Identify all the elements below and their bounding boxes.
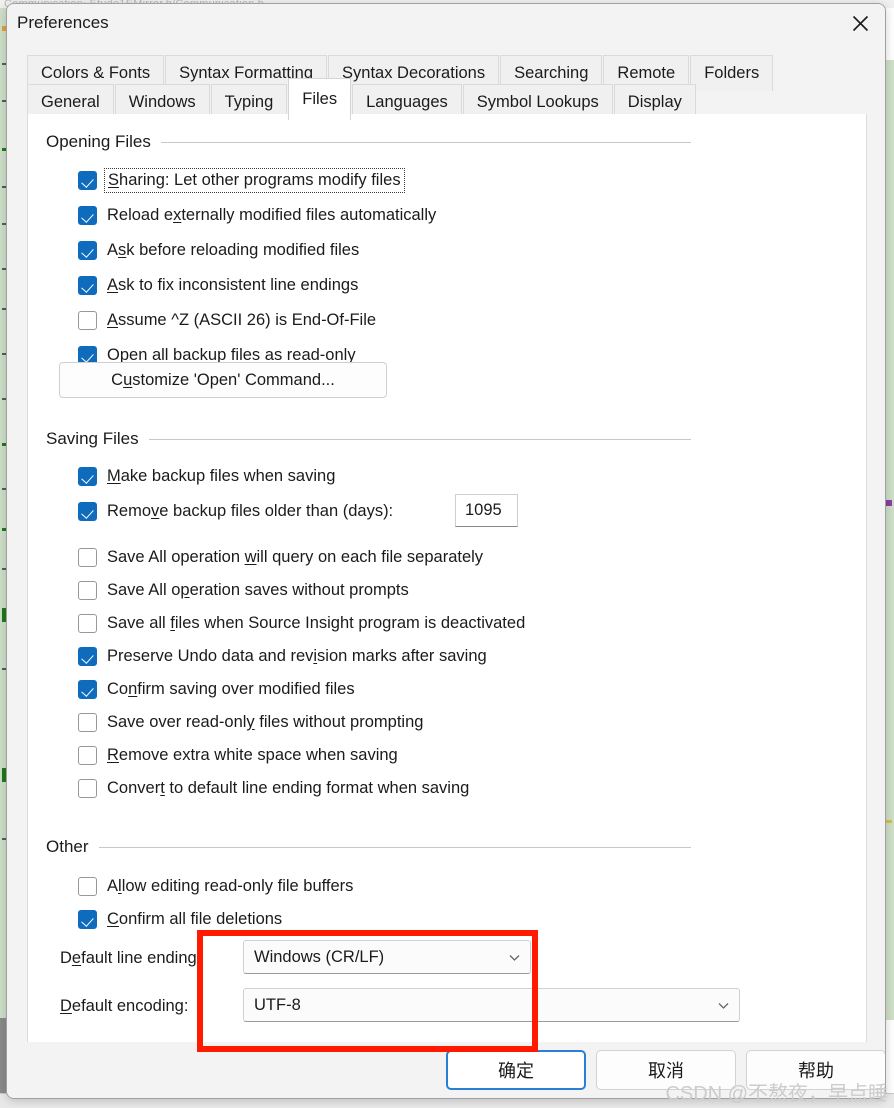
checkbox-label-convert-line-endings: Convert to default line ending format wh… — [107, 778, 470, 797]
checkbox-row-reload-externally[interactable]: Reload externally modified files automat… — [78, 203, 436, 227]
checkbox-label-ask-fix-line-endings: Ask to fix inconsistent line endings — [107, 275, 359, 294]
checkbox-label-save-all-query: Save All operation will query on each fi… — [107, 547, 484, 566]
group-header-opening-files: Opening Files — [46, 132, 691, 152]
checkbox-save-over-readonly[interactable] — [78, 712, 97, 732]
checkbox-label-confirm-deletions: Confirm all file deletions — [107, 909, 283, 928]
default-encoding-label: Default encoding: — [60, 997, 189, 1015]
checkbox-make-backup[interactable] — [78, 466, 97, 486]
checkbox-row-convert-line-endings[interactable]: Convert to default line ending format wh… — [78, 776, 469, 800]
dialog-title: Preferences — [17, 13, 109, 32]
checkbox-label-save-over-readonly: Save over read-only files without prompt… — [107, 712, 424, 731]
files-tab-panel: Opening Files Sharing: Let other program… — [27, 114, 867, 1044]
checkbox-convert-line-endings[interactable] — [78, 778, 97, 798]
tab-folders[interactable]: Folders — [690, 55, 774, 91]
group-header-other: Other — [46, 837, 691, 857]
checkbox-label-remove-old-backups: Remove backup files older than (days): — [107, 501, 394, 520]
checkbox-confirm-deletions[interactable] — [78, 909, 97, 929]
checkbox-preserve-undo[interactable] — [78, 646, 97, 666]
checkbox-row-make-backup[interactable]: Make backup files when saving — [78, 464, 335, 488]
checkbox-confirm-overwrite[interactable] — [78, 679, 97, 699]
dialog-titlebar: Preferences — [7, 4, 885, 42]
checkbox-row-save-on-deactivate[interactable]: Save all files when Source Insight progr… — [78, 611, 525, 635]
checkbox-row-assume-ctrl-z[interactable]: Assume ^Z (ASCII 26) is End-Of-File — [78, 308, 376, 332]
checkbox-row-ask-before-reloading[interactable]: Ask before reloading modified files — [78, 238, 359, 262]
cancel-button[interactable]: 取消 — [596, 1050, 736, 1090]
checkbox-label-save-on-deactivate: Save all files when Source Insight progr… — [107, 613, 526, 632]
default-encoding-combo[interactable]: UTF-8 — [243, 988, 740, 1022]
group-label-other: Other — [46, 837, 89, 856]
checkbox-row-remove-old-backups[interactable]: Remove backup files older than (days): — [78, 499, 393, 523]
checkbox-row-save-all-query[interactable]: Save All operation will query on each fi… — [78, 545, 483, 569]
checkbox-assume-ctrl-z[interactable] — [78, 310, 97, 330]
tab-files[interactable]: Files — [288, 78, 352, 120]
default-encoding-value: UTF-8 — [254, 995, 301, 1014]
checkbox-ask-before-reloading[interactable] — [78, 240, 97, 260]
screenshot-root: Communication~Etude1EMirror.h/Communicat… — [0, 0, 894, 1108]
preferences-dialog: Preferences Colors & Fonts Syntax Format… — [6, 3, 886, 1099]
chevron-down-icon — [509, 954, 520, 961]
backup-days-input[interactable]: 1095 — [455, 494, 518, 527]
checkbox-save-all-query[interactable] — [78, 547, 97, 567]
checkbox-label-save-all-no-prompt: Save All operation saves without prompts — [107, 580, 409, 599]
group-label-saving-files: Saving Files — [46, 429, 139, 448]
customize-open-command-button[interactable]: Customize 'Open' Command... — [59, 362, 387, 398]
ok-button[interactable]: 确定 — [446, 1050, 586, 1090]
default-line-ending-label: Default line ending: — [60, 949, 202, 967]
checkbox-row-allow-edit-readonly[interactable]: Allow editing read-only file buffers — [78, 874, 353, 898]
checkbox-label-sharing: Sharing: Let other programs modify files — [104, 167, 405, 193]
checkbox-label-allow-edit-readonly: Allow editing read-only file buffers — [107, 876, 354, 895]
checkbox-label-ask-before-reloading: Ask before reloading modified files — [107, 240, 360, 259]
dialog-button-bar: 确定 取消 帮助 — [7, 1042, 885, 1098]
checkbox-label-preserve-undo: Preserve Undo data and revision marks af… — [107, 646, 487, 665]
checkbox-save-on-deactivate[interactable] — [78, 613, 97, 633]
group-label-opening-files: Opening Files — [46, 132, 151, 151]
checkbox-label-make-backup: Make backup files when saving — [107, 466, 336, 485]
checkbox-row-confirm-deletions[interactable]: Confirm all file deletions — [78, 907, 282, 931]
checkbox-row-confirm-overwrite[interactable]: Confirm saving over modified files — [78, 677, 355, 701]
group-rule — [98, 846, 691, 848]
checkbox-remove-old-backups[interactable] — [78, 501, 97, 521]
checkbox-save-all-no-prompt[interactable] — [78, 580, 97, 600]
chevron-down-icon — [718, 1002, 729, 1009]
checkbox-row-preserve-undo[interactable]: Preserve Undo data and revision marks af… — [78, 644, 487, 668]
checkbox-row-remove-whitespace[interactable]: Remove extra white space when saving — [78, 743, 398, 767]
checkbox-remove-whitespace[interactable] — [78, 745, 97, 765]
checkbox-ask-fix-line-endings[interactable] — [78, 275, 97, 295]
group-header-saving-files: Saving Files — [46, 429, 691, 449]
checkbox-label-remove-whitespace: Remove extra white space when saving — [107, 745, 398, 764]
checkbox-row-save-over-readonly[interactable]: Save over read-only files without prompt… — [78, 710, 423, 734]
checkbox-allow-edit-readonly[interactable] — [78, 876, 97, 896]
checkbox-label-assume-ctrl-z: Assume ^Z (ASCII 26) is End-Of-File — [107, 310, 377, 329]
checkbox-reload-externally[interactable] — [78, 205, 97, 225]
customize-open-command-label: Customize 'Open' Command... — [111, 370, 335, 389]
checkbox-sharing[interactable] — [78, 170, 97, 190]
group-rule — [160, 141, 691, 143]
default-line-ending-combo[interactable]: Windows (CR/LF) — [243, 940, 531, 974]
checkbox-label-reload-externally: Reload externally modified files automat… — [107, 205, 437, 224]
tab-strip: Colors & Fonts Syntax Formatting Syntax … — [7, 42, 885, 120]
checkbox-row-ask-fix-line-endings[interactable]: Ask to fix inconsistent line endings — [78, 273, 358, 297]
checkbox-row-save-all-no-prompt[interactable]: Save All operation saves without prompts — [78, 578, 409, 602]
default-line-ending-value: Windows (CR/LF) — [254, 947, 385, 966]
group-rule — [148, 438, 691, 440]
close-icon[interactable] — [835, 4, 885, 42]
help-button[interactable]: 帮助 — [746, 1050, 885, 1090]
checkbox-row-sharing[interactable]: Sharing: Let other programs modify files — [78, 167, 405, 193]
checkbox-label-confirm-overwrite: Confirm saving over modified files — [107, 679, 355, 698]
